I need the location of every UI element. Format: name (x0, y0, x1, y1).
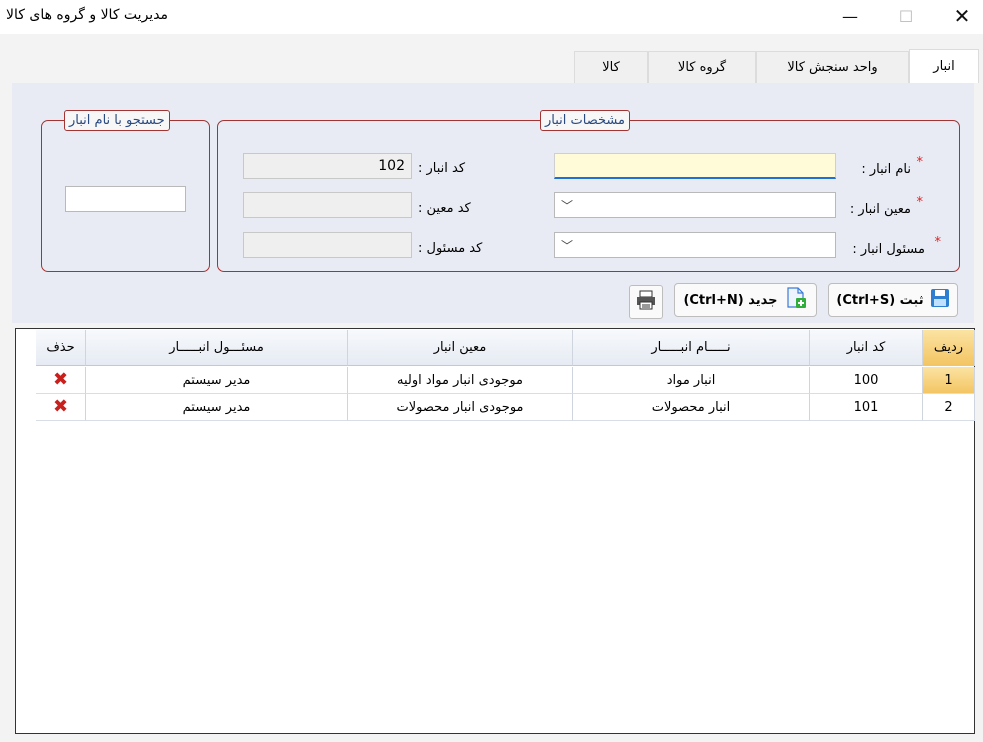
column-header-code[interactable]: کد انبار (810, 330, 923, 366)
warehouse-moein-select[interactable]: ﹀ (554, 192, 836, 218)
moein-cell[interactable]: موجودی انبار محصولات (348, 394, 573, 421)
table-row[interactable]: 1 100 انبار مواد موجودی انبار مواد اولیه… (36, 367, 975, 394)
warehouse-name-label: نام انبار : (861, 162, 911, 177)
delete-row-button[interactable]: ✖ (36, 367, 86, 394)
moein-cell[interactable]: موجودی انبار مواد اولیه (348, 367, 573, 394)
warehouse-responsible-label: مسئول انبار : (852, 242, 925, 257)
save-icon (930, 288, 950, 312)
tab-product-groups[interactable]: گروه کالا (648, 51, 756, 83)
print-icon (635, 289, 657, 315)
column-header-delete[interactable]: حذف (36, 330, 86, 366)
save-button-label: ثبت (Ctrl+S) (836, 292, 924, 308)
tab-units[interactable]: واحد سنجش کالا (756, 51, 909, 83)
column-header-moein[interactable]: معین انبار (348, 330, 573, 366)
table-header: ردیف کد انبار نـــــام انبـــــار معین ا… (36, 330, 975, 366)
moein-code-field (243, 192, 412, 218)
new-file-icon (784, 286, 808, 314)
moein-code-label: کد معین : (418, 201, 471, 216)
print-button[interactable] (629, 285, 663, 319)
tab-products[interactable]: کالا (574, 51, 648, 83)
delete-icon: ✖ (52, 396, 69, 417)
responsible-code-field (243, 232, 412, 258)
column-header-responsible[interactable]: مسئـــول انبـــــار (86, 330, 348, 366)
column-header-row-no[interactable]: ردیف (923, 330, 975, 366)
search-input[interactable] (65, 186, 186, 212)
code-cell[interactable]: 101 (810, 394, 923, 421)
row-number-cell[interactable]: 1 (923, 367, 975, 394)
search-group: جستجو با نام انبار (41, 110, 210, 272)
delete-row-button[interactable]: ✖ (36, 394, 86, 421)
responsible-cell[interactable]: مدیر سیستم (86, 394, 348, 421)
warehouse-code-label: کد انبار : (418, 161, 466, 176)
save-button[interactable]: ثبت (Ctrl+S) (828, 283, 958, 317)
warehouse-details-legend: مشخصات انبار (540, 110, 630, 131)
title-bar: مدیریت کالا و گروه های کالا — ☐ ✕ (0, 0, 983, 34)
warehouse-responsible-select[interactable]: ﹀ (554, 232, 836, 258)
required-mark: * (934, 235, 942, 250)
minimize-button[interactable]: — (822, 0, 878, 32)
table-row[interactable]: 2 101 انبار محصولات موجودی انبار محصولات… (36, 394, 975, 421)
maximize-button[interactable]: ☐ (878, 0, 934, 32)
tab-warehouse[interactable]: انبار (909, 49, 979, 83)
warehouse-name-input[interactable] (554, 153, 836, 179)
code-cell[interactable]: 100 (810, 367, 923, 394)
new-button[interactable]: جدید (Ctrl+N) (674, 283, 817, 317)
responsible-code-label: کد مسئول : (418, 241, 483, 256)
search-legend: جستجو با نام انبار (64, 110, 170, 131)
warehouse-moein-label: معین انبار : (849, 202, 911, 217)
required-mark: * (916, 195, 924, 210)
responsible-cell[interactable]: مدیر سیستم (86, 367, 348, 394)
close-button[interactable]: ✕ (934, 0, 983, 32)
delete-icon: ✖ (52, 369, 69, 390)
chevron-down-icon: ﹀ (561, 198, 574, 213)
column-header-name[interactable]: نـــــام انبـــــار (573, 330, 810, 366)
form-panel: مشخصات انبار * نام انبار : * معین انبار … (12, 83, 974, 323)
chevron-down-icon: ﹀ (561, 238, 574, 253)
name-cell[interactable]: انبار محصولات (573, 394, 810, 421)
required-mark: * (916, 155, 924, 170)
row-number-cell[interactable]: 2 (923, 394, 975, 421)
name-cell[interactable]: انبار مواد (573, 367, 810, 394)
warehouse-details-group: مشخصات انبار * نام انبار : * معین انبار … (217, 110, 960, 272)
new-button-label: جدید (Ctrl+N) (683, 292, 778, 308)
tab-bar: انبار واحد سنجش کالا گروه کالا کالا (0, 49, 983, 83)
warehouse-code-field: 102 (243, 153, 412, 179)
warehouse-table: ردیف کد انبار نـــــام انبـــــار معین ا… (15, 328, 975, 734)
window-title: مدیریت کالا و گروه های کالا (6, 7, 169, 23)
